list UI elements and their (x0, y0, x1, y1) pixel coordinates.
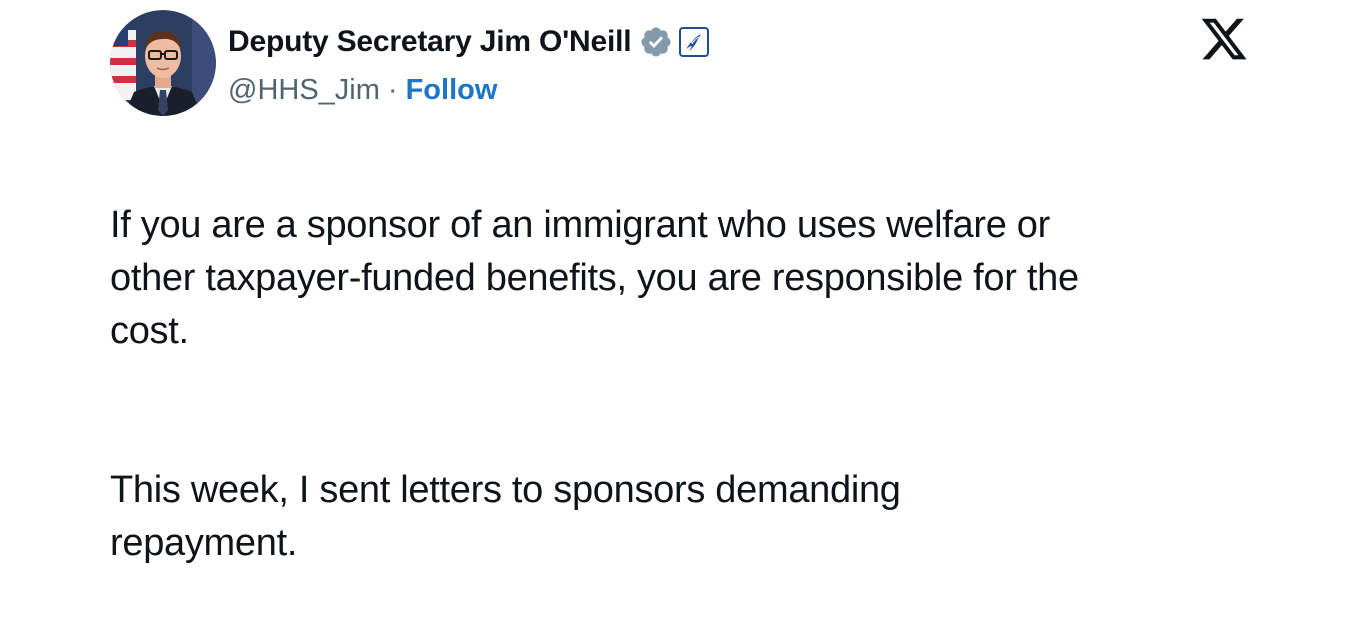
author-name-row: Deputy Secretary Jim O'Neill (228, 20, 710, 64)
tweet-card: Deputy Secretary Jim O'Neill @HHS_Jim · … (0, 0, 1361, 564)
avatar-image (110, 10, 216, 116)
hhs-eagle-icon[interactable] (679, 27, 710, 57)
author-display-name[interactable]: Deputy Secretary Jim O'Neill (228, 25, 632, 59)
follow-button[interactable]: Follow (406, 74, 498, 107)
x-logo-icon[interactable] (1198, 14, 1250, 64)
tweet-paragraph: If you are a sponsor of an immigrant who… (110, 204, 1079, 352)
author-handle[interactable]: @HHS_Jim (228, 74, 380, 107)
avatar[interactable] (110, 10, 216, 116)
verified-badge-icon (639, 25, 673, 59)
tweet-paragraph: This week, I sent letters to sponsors de… (110, 469, 901, 564)
tweet-text: If you are a sponsor of an immigrant who… (110, 146, 1290, 623)
author-handle-row: @HHS_Jim · Follow (228, 70, 497, 110)
dot-separator: · (387, 73, 398, 106)
